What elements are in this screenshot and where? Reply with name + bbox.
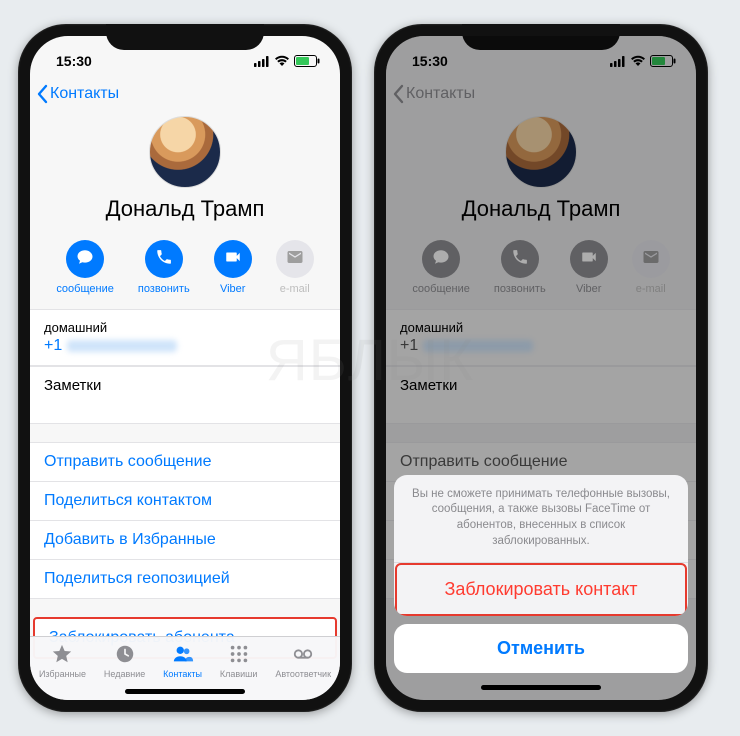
- viber-label: Viber: [220, 283, 245, 295]
- phone-group: домашний +1: [30, 309, 340, 366]
- phone-label: домашний: [44, 320, 326, 335]
- nav-bar[interactable]: Контакты: [30, 78, 340, 114]
- email-label: e-mail: [280, 283, 310, 295]
- video-icon: [224, 248, 242, 271]
- notes-group: Заметки: [30, 366, 340, 424]
- email-button: e-mail: [276, 240, 314, 295]
- home-indicator[interactable]: [481, 685, 601, 690]
- action-sheet: Вы не сможете принимать телефонные вызов…: [394, 475, 688, 690]
- block-contact-button[interactable]: Заблокировать контакт: [397, 565, 685, 614]
- send-message-link[interactable]: Отправить сообщение: [30, 443, 340, 482]
- tab-contacts[interactable]: Контакты: [163, 643, 202, 679]
- share-contact-link[interactable]: Поделиться контактом: [30, 482, 340, 521]
- voicemail-icon: [291, 643, 315, 667]
- phone-cell[interactable]: домашний +1: [30, 310, 340, 365]
- tab-favorites[interactable]: Избранные: [39, 643, 86, 679]
- call-label: позвонить: [138, 283, 190, 295]
- signal-icon: [254, 56, 270, 67]
- contact-name: Дональд Трамп: [30, 196, 340, 222]
- tab-keypad[interactable]: Клавиши: [220, 643, 258, 679]
- back-label: Контакты: [50, 85, 119, 103]
- tab-voicemail[interactable]: Автоответчик: [275, 643, 331, 679]
- share-location-link[interactable]: Поделиться геопозицией: [30, 560, 340, 598]
- contact-header: Дональд Трамп: [30, 114, 340, 230]
- phone-right: 15:30: [374, 24, 708, 712]
- cancel-button[interactable]: Отменить: [394, 624, 688, 673]
- phone-icon: [155, 248, 173, 271]
- battery-icon: [294, 55, 320, 67]
- status-time: 15:30: [56, 53, 92, 69]
- message-button[interactable]: сообщение: [56, 240, 114, 295]
- clock-icon: [113, 643, 137, 667]
- avatar[interactable]: [149, 116, 221, 188]
- tab-bar: Избранные Недавние Контакты Клавиши Авто…: [30, 636, 340, 700]
- contacts-icon: [171, 643, 195, 667]
- home-indicator[interactable]: [125, 689, 245, 694]
- notes-cell[interactable]: Заметки: [30, 367, 340, 423]
- message-icon: [76, 248, 94, 271]
- notch: [106, 24, 264, 50]
- sheet-message: Вы не сможете принимать телефонные вызов…: [394, 475, 688, 563]
- links-group: Отправить сообщение Поделиться контактом…: [30, 442, 340, 599]
- wifi-icon: [274, 55, 290, 67]
- tab-recents[interactable]: Недавние: [104, 643, 145, 679]
- viber-button[interactable]: Viber: [214, 240, 252, 295]
- mail-icon: [286, 248, 304, 271]
- keypad-icon: [227, 643, 251, 667]
- add-favorites-link[interactable]: Добавить в Избранные: [30, 521, 340, 560]
- phone-number-blurred: [67, 340, 177, 352]
- back-chevron-icon: [36, 84, 48, 104]
- phone-left: 15:30 Контакты: [18, 24, 352, 712]
- call-button[interactable]: позвонить: [138, 240, 190, 295]
- message-label: сообщение: [56, 283, 114, 295]
- phone-prefix: +1: [44, 337, 62, 354]
- quick-actions: сообщение позвонить Viber e-mail: [30, 230, 340, 309]
- star-icon: [50, 643, 74, 667]
